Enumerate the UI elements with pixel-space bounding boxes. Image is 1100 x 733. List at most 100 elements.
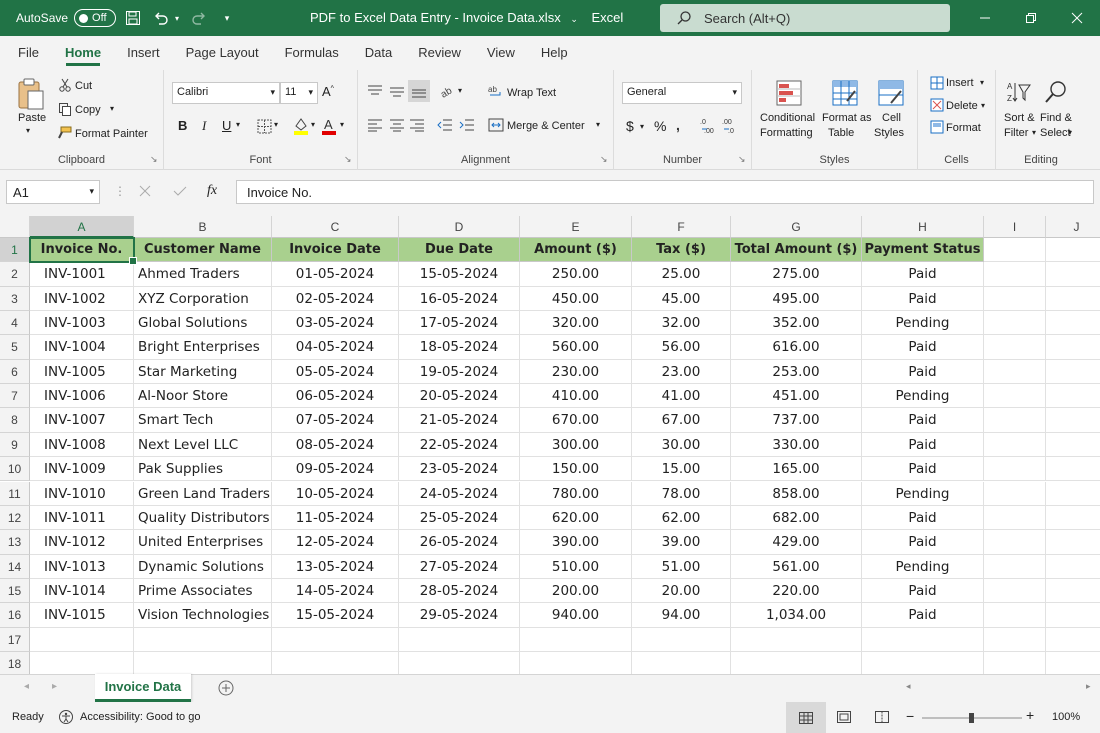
table-cell[interactable]: 56.00	[632, 335, 731, 360]
empty-cell[interactable]	[984, 311, 1046, 336]
table-cell[interactable]: 858.00	[731, 481, 862, 506]
table-cell[interactable]: INV-1004	[30, 335, 134, 360]
orientation-dropdown-icon[interactable]: ▾	[458, 86, 462, 95]
empty-cell[interactable]	[1046, 628, 1100, 652]
tab-page-layout[interactable]: Page Layout	[173, 36, 272, 70]
empty-cell[interactable]	[984, 530, 1046, 555]
column-header-h[interactable]: H	[862, 216, 984, 238]
conditional-formatting-icon[interactable]	[774, 78, 804, 108]
table-cell[interactable]: 429.00	[731, 530, 862, 555]
empty-cell[interactable]	[984, 505, 1046, 531]
select-all-corner[interactable]	[0, 216, 30, 238]
table-cell[interactable]: 230.00	[520, 359, 632, 385]
table-cell[interactable]: Paid	[862, 286, 984, 312]
cell-styles-label-2[interactable]: Styles	[874, 127, 904, 139]
zoom-out-button[interactable]: −	[906, 708, 914, 724]
table-cell[interactable]: 24-05-2024	[399, 481, 520, 506]
column-header-i[interactable]: I	[984, 216, 1046, 238]
fill-color-icon[interactable]	[292, 116, 310, 136]
empty-cell[interactable]	[984, 457, 1046, 482]
empty-cell[interactable]	[984, 432, 1046, 458]
table-cell[interactable]: 11-05-2024	[272, 505, 399, 531]
table-cell[interactable]: INV-1008	[30, 432, 134, 458]
table-cell[interactable]: 32.00	[632, 311, 731, 336]
format-painter-label[interactable]: Format Painter	[75, 128, 148, 140]
table-cell[interactable]: Global Solutions	[134, 311, 272, 336]
zoom-in-button[interactable]: +	[1026, 707, 1034, 723]
insert-cells-dropdown-icon[interactable]: ▾	[980, 78, 984, 87]
table-cell[interactable]: Paid	[862, 530, 984, 555]
empty-cell[interactable]	[984, 627, 1046, 652]
empty-cell[interactable]	[1046, 335, 1100, 360]
table-cell[interactable]: Quality Distributors	[134, 505, 272, 531]
empty-cell[interactable]	[399, 627, 520, 652]
empty-cell[interactable]	[984, 286, 1046, 312]
column-header-b[interactable]: B	[134, 216, 272, 238]
align-bottom-icon[interactable]	[408, 80, 430, 102]
table-cell[interactable]: INV-1013	[30, 554, 134, 579]
empty-cell[interactable]	[632, 651, 731, 674]
table-cell[interactable]: INV-1015	[30, 603, 134, 628]
paste-icon[interactable]	[14, 76, 48, 112]
row-header-5[interactable]: 5	[0, 335, 30, 360]
empty-cell[interactable]	[632, 627, 731, 652]
font-name-combo[interactable]: Calibri ▾	[172, 82, 280, 104]
sort-filter-icon[interactable]: AZ	[1004, 78, 1032, 106]
table-cell[interactable]: 250.00	[520, 262, 632, 287]
table-cell[interactable]: 17-05-2024	[399, 311, 520, 336]
row-header-10[interactable]: 10	[0, 457, 30, 482]
table-header-cell[interactable]: Amount ($)	[520, 238, 632, 263]
cut-label[interactable]: Cut	[75, 80, 92, 92]
title-chevron-icon[interactable]: ⌄	[570, 14, 578, 24]
align-middle-icon[interactable]	[388, 82, 406, 100]
table-cell[interactable]: 275.00	[731, 262, 862, 287]
save-icon[interactable]	[122, 7, 144, 29]
table-cell[interactable]: INV-1001	[30, 262, 134, 287]
orientation-icon[interactable]: ab	[438, 82, 460, 100]
insert-cells-label[interactable]: Insert	[946, 77, 974, 89]
empty-cell[interactable]	[1046, 506, 1100, 531]
table-cell[interactable]: 27-05-2024	[399, 554, 520, 579]
table-cell[interactable]: 330.00	[731, 432, 862, 458]
tab-data[interactable]: Data	[352, 36, 405, 70]
tab-home[interactable]: Home	[52, 36, 114, 70]
table-cell[interactable]: 06-05-2024	[272, 384, 399, 409]
empty-cell[interactable]	[984, 554, 1046, 579]
table-cell[interactable]: 670.00	[520, 408, 632, 433]
row-header-16[interactable]: 16	[0, 603, 30, 628]
table-cell[interactable]: 20-05-2024	[399, 384, 520, 409]
table-cell[interactable]: 450.00	[520, 286, 632, 312]
copy-icon[interactable]	[58, 102, 72, 116]
table-cell[interactable]: 41.00	[632, 384, 731, 409]
row-header-13[interactable]: 13	[0, 530, 30, 555]
table-cell[interactable]: Dynamic Solutions	[134, 554, 272, 579]
minimize-button[interactable]	[962, 0, 1008, 36]
increase-font-icon[interactable]: A^	[322, 84, 334, 99]
table-cell[interactable]: 51.00	[632, 554, 731, 579]
empty-cell[interactable]	[1046, 433, 1100, 458]
table-cell[interactable]: Star Marketing	[134, 359, 272, 385]
table-header-cell[interactable]: Invoice No.	[30, 238, 134, 263]
empty-cell[interactable]	[134, 651, 272, 674]
close-button[interactable]	[1054, 0, 1100, 36]
merge-center-label[interactable]: Merge & Center	[507, 120, 585, 132]
table-cell[interactable]: 165.00	[731, 457, 862, 482]
empty-cell[interactable]	[520, 651, 632, 674]
delete-cells-dropdown-icon[interactable]: ▾	[981, 101, 985, 110]
sort-filter-dropdown-icon[interactable]: ▾	[1032, 128, 1036, 137]
table-cell[interactable]: 320.00	[520, 311, 632, 336]
table-cell[interactable]: 67.00	[632, 408, 731, 433]
scroll-sheets-right-icon[interactable]: ▸	[52, 681, 57, 692]
confirm-entry-icon[interactable]	[172, 184, 188, 198]
empty-cell[interactable]	[134, 627, 272, 652]
table-cell[interactable]: 390.00	[520, 530, 632, 555]
underline-dropdown-icon[interactable]: ▾	[236, 120, 240, 129]
restore-button[interactable]	[1008, 0, 1054, 36]
table-cell[interactable]: 22-05-2024	[399, 432, 520, 458]
accessibility-icon[interactable]	[58, 709, 74, 725]
row-header-3[interactable]: 3	[0, 286, 30, 312]
find-select-icon[interactable]	[1042, 78, 1070, 106]
empty-cell[interactable]	[862, 627, 984, 652]
row-header-17[interactable]: 17	[0, 627, 30, 652]
table-cell[interactable]: 300.00	[520, 432, 632, 458]
